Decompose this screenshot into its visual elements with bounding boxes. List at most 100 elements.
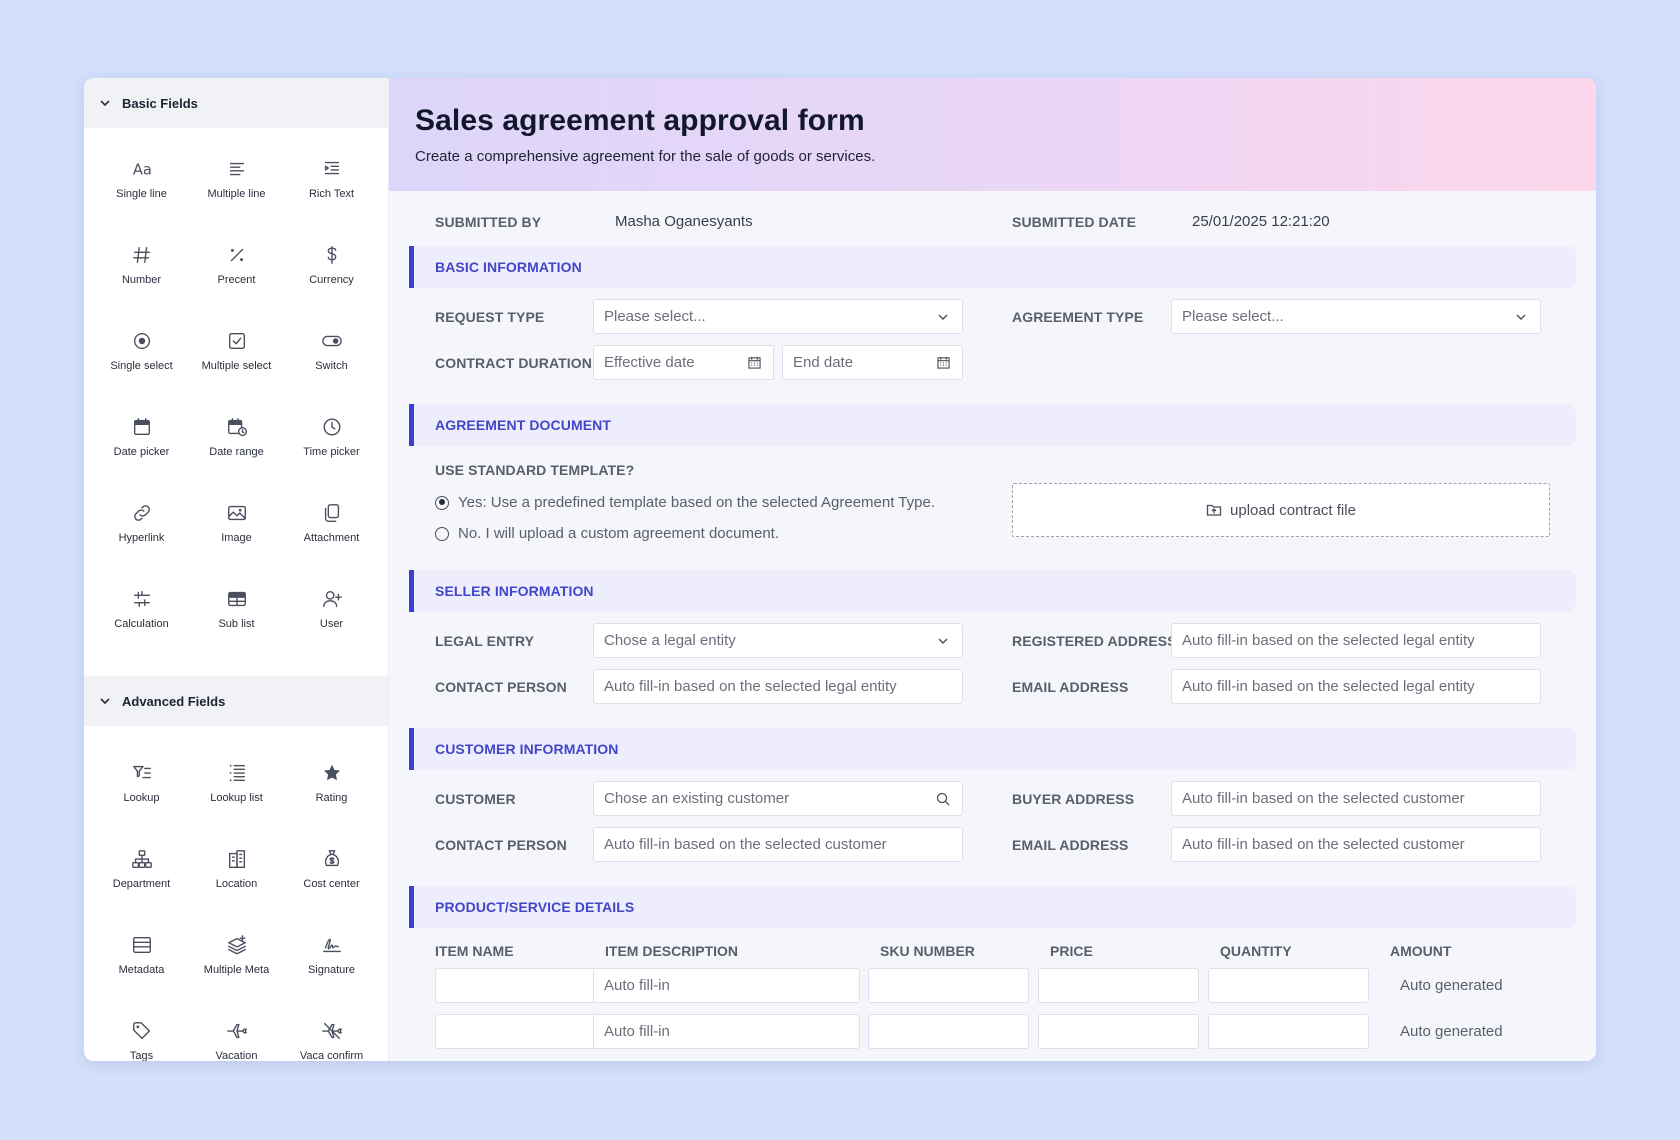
section-agreement-document: AGREEMENT DOCUMENT [409,404,1576,446]
item-name-input[interactable] [435,1014,596,1049]
quantity-input[interactable] [1208,968,1369,1003]
star-icon [319,760,345,786]
price-input[interactable] [1038,1014,1199,1049]
form-preview: Sales agreement approval form Create a c… [389,78,1596,1061]
field-type-single-select[interactable]: Single select [94,324,189,410]
calendar-clock-icon [224,414,250,440]
col-item-description: ITEM DESCRIPTION [605,943,739,959]
field-type-label: User [319,618,344,630]
radio-icon [129,328,155,354]
buyer-address-input[interactable]: Auto fill-in based on the selected custo… [1171,781,1541,816]
field-type-label: Currency [309,274,354,286]
effective-date-input[interactable]: Effective date [593,345,774,380]
field-type-label: Calculation [114,618,169,630]
field-type-rating[interactable]: Rating [284,756,379,842]
customer-contact-input[interactable]: Auto fill-in based on the selected custo… [593,827,963,862]
sku-number-input[interactable] [868,1014,1029,1049]
field-type-label: Vaca confirm [299,1050,364,1061]
basic-fields-header[interactable]: Basic Fields [84,78,388,128]
advanced-fields-grid: Lookup Lookup list Rating Department Locatio… [84,726,388,1061]
field-type-attachment[interactable]: Attachment [284,496,379,582]
sliders-icon [129,586,155,612]
document-fields: USE STANDARD TEMPLATE? Yes: Use a predef… [409,446,1576,570]
field-type-single-line[interactable]: Aa Single line [94,152,189,238]
field-type-label: Attachment [303,532,360,544]
field-type-signature[interactable]: Signature [284,928,379,1014]
field-type-currency[interactable]: Currency [284,238,379,324]
field-type-multiple-select[interactable]: Multiple select [189,324,284,410]
folder-upload-icon [1206,502,1230,518]
radio-upload-custom[interactable]: No. I will upload a custom agreement doc… [435,525,779,542]
field-type-number[interactable]: Number [94,238,189,324]
field-type-time-picker[interactable]: Time picker [284,410,379,496]
field-type-cost-center[interactable]: Cost center [284,842,379,928]
agreement-type-select[interactable]: Please select... [1171,299,1541,334]
col-item-name: ITEM NAME [435,943,514,959]
calendar-icon [745,354,763,372]
legal-entity-label: LEGAL ENTRY [435,633,535,649]
field-type-multiple-meta[interactable]: Multiple Meta [189,928,284,1014]
sku-number-input[interactable] [868,968,1029,1003]
price-input[interactable] [1038,968,1199,1003]
field-type-user[interactable]: User [284,582,379,668]
section-customer-information: CUSTOMER INFORMATION [409,728,1576,770]
radio-selected-icon [435,495,449,510]
advanced-fields-header[interactable]: Advanced Fields [84,676,388,726]
legal-entity-select[interactable]: Chose a legal entity [593,623,963,658]
field-type-label: Lookup list [210,792,263,804]
table-icon [224,586,250,612]
field-type-label: Signature [307,964,356,976]
radio-use-template[interactable]: Yes: Use a predefined template based on … [435,494,935,511]
end-date-input[interactable]: End date [782,345,963,380]
upload-contract-button[interactable]: upload contract file [1012,483,1550,537]
field-type-vacation[interactable]: Vacation [189,1014,284,1061]
field-type-label: Rich Text [308,188,355,200]
basic-fields-grid: Aa Single line Multiple line Rich Text Numbe… [84,128,388,676]
field-type-label: Tags [129,1050,154,1061]
field-type-multiple-line[interactable]: Multiple line [189,152,284,238]
field-type-location[interactable]: Location [189,842,284,928]
field-type-tags[interactable]: Tags [94,1014,189,1061]
contract-duration-label: CONTRACT DURATION [435,355,592,371]
customer-search-input[interactable]: Chose an existing customer [593,781,963,816]
field-type-department[interactable]: Department [94,842,189,928]
basic-fields-title: Basic Fields [122,95,198,111]
chevron-down-icon [1512,308,1530,326]
field-type-vaca-confirm[interactable]: Vaca confirm [284,1014,379,1061]
section-title: SELLER INFORMATION [435,583,594,599]
field-type-calculation[interactable]: Calculation [94,582,189,668]
item-name-input[interactable] [435,968,596,1003]
customer-email-input[interactable]: Auto fill-in based on the selected custo… [1171,827,1541,862]
field-type-rich-text[interactable]: Rich Text [284,152,379,238]
field-type-date-picker[interactable]: Date picker [94,410,189,496]
field-type-image[interactable]: Image [189,496,284,582]
quantity-input[interactable] [1208,1014,1369,1049]
item-description-input[interactable]: Auto fill-in [593,968,860,1003]
form-builder-window: Basic Fields Aa Single line Multiple line R… [84,78,1596,1061]
field-type-precent[interactable]: Precent [189,238,284,324]
field-type-label: Multiple Meta [203,964,270,976]
field-type-switch[interactable]: Switch [284,324,379,410]
seller-email-input[interactable]: Auto fill-in based on the selected legal… [1171,669,1541,704]
field-type-lookup-list[interactable]: Lookup list [189,756,284,842]
field-type-sub-list[interactable]: Sub list [189,582,284,668]
section-title: BASIC INFORMATION [435,259,582,275]
field-type-lookup[interactable]: Lookup [94,756,189,842]
basic-fields: REQUEST TYPE Please select... AGREEMENT … [409,288,1576,404]
seller-contact-input[interactable]: Auto fill-in based on the selected legal… [593,669,963,704]
request-type-label: REQUEST TYPE [435,309,545,325]
tag-icon [129,1018,155,1044]
form-subtitle: Create a comprehensive agreement for the… [415,148,876,165]
field-type-label: Multiple select [201,360,272,372]
registered-address-input[interactable]: Auto fill-in based on the selected legal… [1171,623,1541,658]
field-type-hyperlink[interactable]: Hyperlink [94,496,189,582]
customer-contact-label: CONTACT PERSON [435,837,567,853]
field-type-date-range[interactable]: Date range [189,410,284,496]
request-type-select[interactable]: Please select... [593,299,963,334]
search-icon [934,790,952,808]
hash-icon [129,242,155,268]
customer-email-label: EMAIL ADDRESS [1012,837,1129,853]
item-description-input[interactable]: Auto fill-in [593,1014,860,1049]
link-icon [129,500,155,526]
field-type-metadata[interactable]: Metadata [94,928,189,1014]
